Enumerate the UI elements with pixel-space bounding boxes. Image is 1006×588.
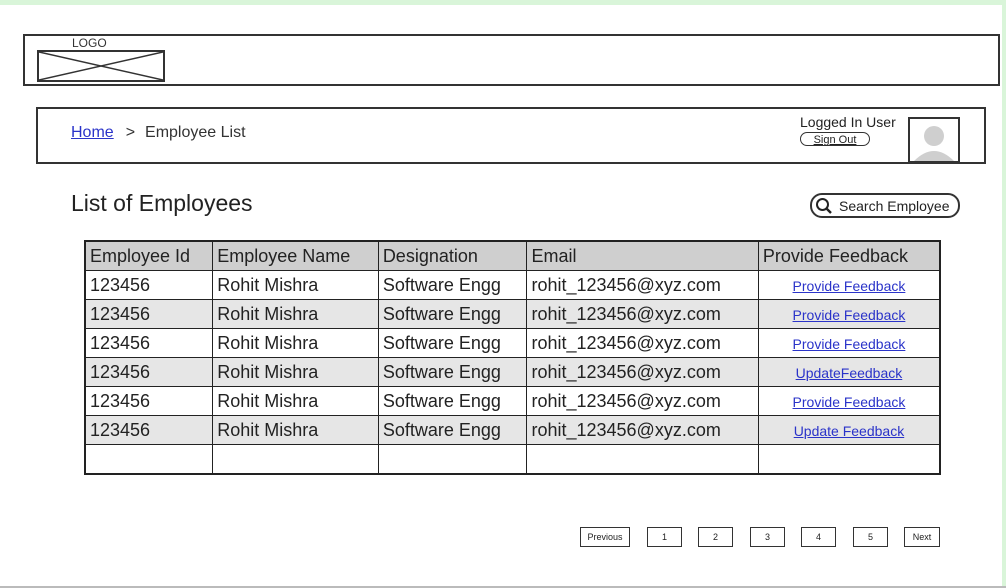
- empty-cell: [757, 444, 941, 475]
- empty-table-row: [84, 444, 941, 475]
- provide-feedback-link[interactable]: Provide Feedback: [793, 278, 906, 294]
- employee-name-cell: Rohit Mishra: [212, 357, 379, 387]
- employee-name-cell: Rohit Mishra: [212, 386, 379, 416]
- previous-page-button[interactable]: Previous: [580, 527, 630, 547]
- table-row: 123456 Rohit Mishra Software Engg rohit_…: [84, 328, 941, 358]
- provide-feedback-link[interactable]: Provide Feedback: [793, 394, 906, 410]
- table-row: 123456 Rohit Mishra Software Engg rohit_…: [84, 299, 941, 329]
- column-header-designation[interactable]: Designation: [377, 240, 528, 271]
- column-header-provide-feedback[interactable]: Provide Feedback: [757, 240, 941, 271]
- designation-cell: Software Engg: [377, 328, 528, 358]
- logo-label: LOGO: [72, 36, 107, 50]
- employee-id-cell: 123456: [84, 299, 214, 329]
- feedback-cell: UpdateFeedback: [757, 357, 941, 387]
- page-2-button[interactable]: 2: [698, 527, 733, 547]
- employee-id-cell: 123456: [84, 357, 214, 387]
- employee-name-cell: Rohit Mishra: [212, 270, 379, 300]
- update-feedback-link[interactable]: Update Feedback: [794, 423, 905, 439]
- page-5-button[interactable]: 5: [853, 527, 888, 547]
- feedback-cell: Provide Feedback: [757, 328, 941, 358]
- page-title: List of Employees: [71, 190, 253, 216]
- window-top-edge: [0, 0, 1006, 5]
- employee-table: Employee Id Employee Name Designation Em…: [84, 240, 941, 475]
- employee-id-cell: 123456: [84, 386, 214, 416]
- breadcrumb-current: Employee List: [145, 124, 246, 141]
- email-cell: rohit_123456@xyz.com: [526, 299, 759, 329]
- email-cell: rohit_123456@xyz.com: [526, 328, 759, 358]
- next-page-button[interactable]: Next: [904, 527, 940, 547]
- empty-cell: [84, 444, 214, 475]
- logo-placeholder-icon: [39, 52, 163, 80]
- designation-cell: Software Engg: [377, 415, 528, 445]
- designation-cell: Software Engg: [377, 299, 528, 329]
- designation-cell: Software Engg: [377, 386, 528, 416]
- feedback-cell: Provide Feedback: [757, 270, 941, 300]
- employee-name-cell: Rohit Mishra: [212, 328, 379, 358]
- feedback-cell: Provide Feedback: [757, 299, 941, 329]
- sign-out-button[interactable]: Sign Out: [800, 132, 870, 146]
- email-cell: rohit_123456@xyz.com: [526, 357, 759, 387]
- email-cell: rohit_123456@xyz.com: [526, 415, 759, 445]
- chevron-right-icon: >: [125, 124, 136, 141]
- table-header-row: Employee Id Employee Name Designation Em…: [84, 240, 941, 271]
- search-input[interactable]: Search Employee: [810, 193, 960, 218]
- designation-cell: Software Engg: [377, 270, 528, 300]
- page-3-button[interactable]: 3: [750, 527, 785, 547]
- provide-feedback-link[interactable]: Provide Feedback: [793, 336, 906, 352]
- table-row: 123456 Rohit Mishra Software Engg rohit_…: [84, 415, 941, 445]
- avatar[interactable]: [908, 117, 960, 163]
- search-icon: [816, 197, 832, 214]
- designation-cell: Software Engg: [377, 357, 528, 387]
- empty-cell: [526, 444, 759, 475]
- employee-name-cell: Rohit Mishra: [212, 415, 379, 445]
- email-cell: rohit_123456@xyz.com: [526, 270, 759, 300]
- table-row: 123456 Rohit Mishra Software Engg rohit_…: [84, 386, 941, 416]
- empty-cell: [377, 444, 528, 475]
- employee-id-cell: 123456: [84, 415, 214, 445]
- table-row: 123456 Rohit Mishra Software Engg rohit_…: [84, 270, 941, 300]
- column-header-employee-name[interactable]: Employee Name: [212, 240, 379, 271]
- feedback-cell: Provide Feedback: [757, 386, 941, 416]
- column-header-employee-id[interactable]: Employee Id: [84, 240, 214, 271]
- window-right-edge: [1002, 0, 1006, 588]
- user-avatar-icon: [914, 126, 954, 161]
- column-header-email[interactable]: Email: [526, 240, 759, 271]
- email-cell: rohit_123456@xyz.com: [526, 386, 759, 416]
- header-bar: LOGO: [23, 34, 1000, 86]
- provide-feedback-link[interactable]: Provide Feedback: [793, 307, 906, 323]
- breadcrumb-home-link[interactable]: Home: [71, 124, 114, 142]
- breadcrumb: Home > Employee List: [71, 124, 246, 142]
- navigation-bar: Home > Employee List Logged In User Sign…: [36, 107, 986, 164]
- page-4-button[interactable]: 4: [801, 527, 836, 547]
- employee-id-cell: 123456: [84, 270, 214, 300]
- update-feedback-link[interactable]: UpdateFeedback: [796, 365, 903, 381]
- table-row: 123456 Rohit Mishra Software Engg rohit_…: [84, 357, 941, 387]
- employee-id-cell: 123456: [84, 328, 214, 358]
- employee-name-cell: Rohit Mishra: [212, 299, 379, 329]
- search-placeholder: Search Employee: [839, 197, 950, 214]
- empty-cell: [212, 444, 379, 475]
- page-1-button[interactable]: 1: [647, 527, 682, 547]
- logged-in-user-label: Logged In User: [800, 114, 896, 130]
- feedback-cell: Update Feedback: [757, 415, 941, 445]
- logo-image-placeholder: [37, 50, 165, 82]
